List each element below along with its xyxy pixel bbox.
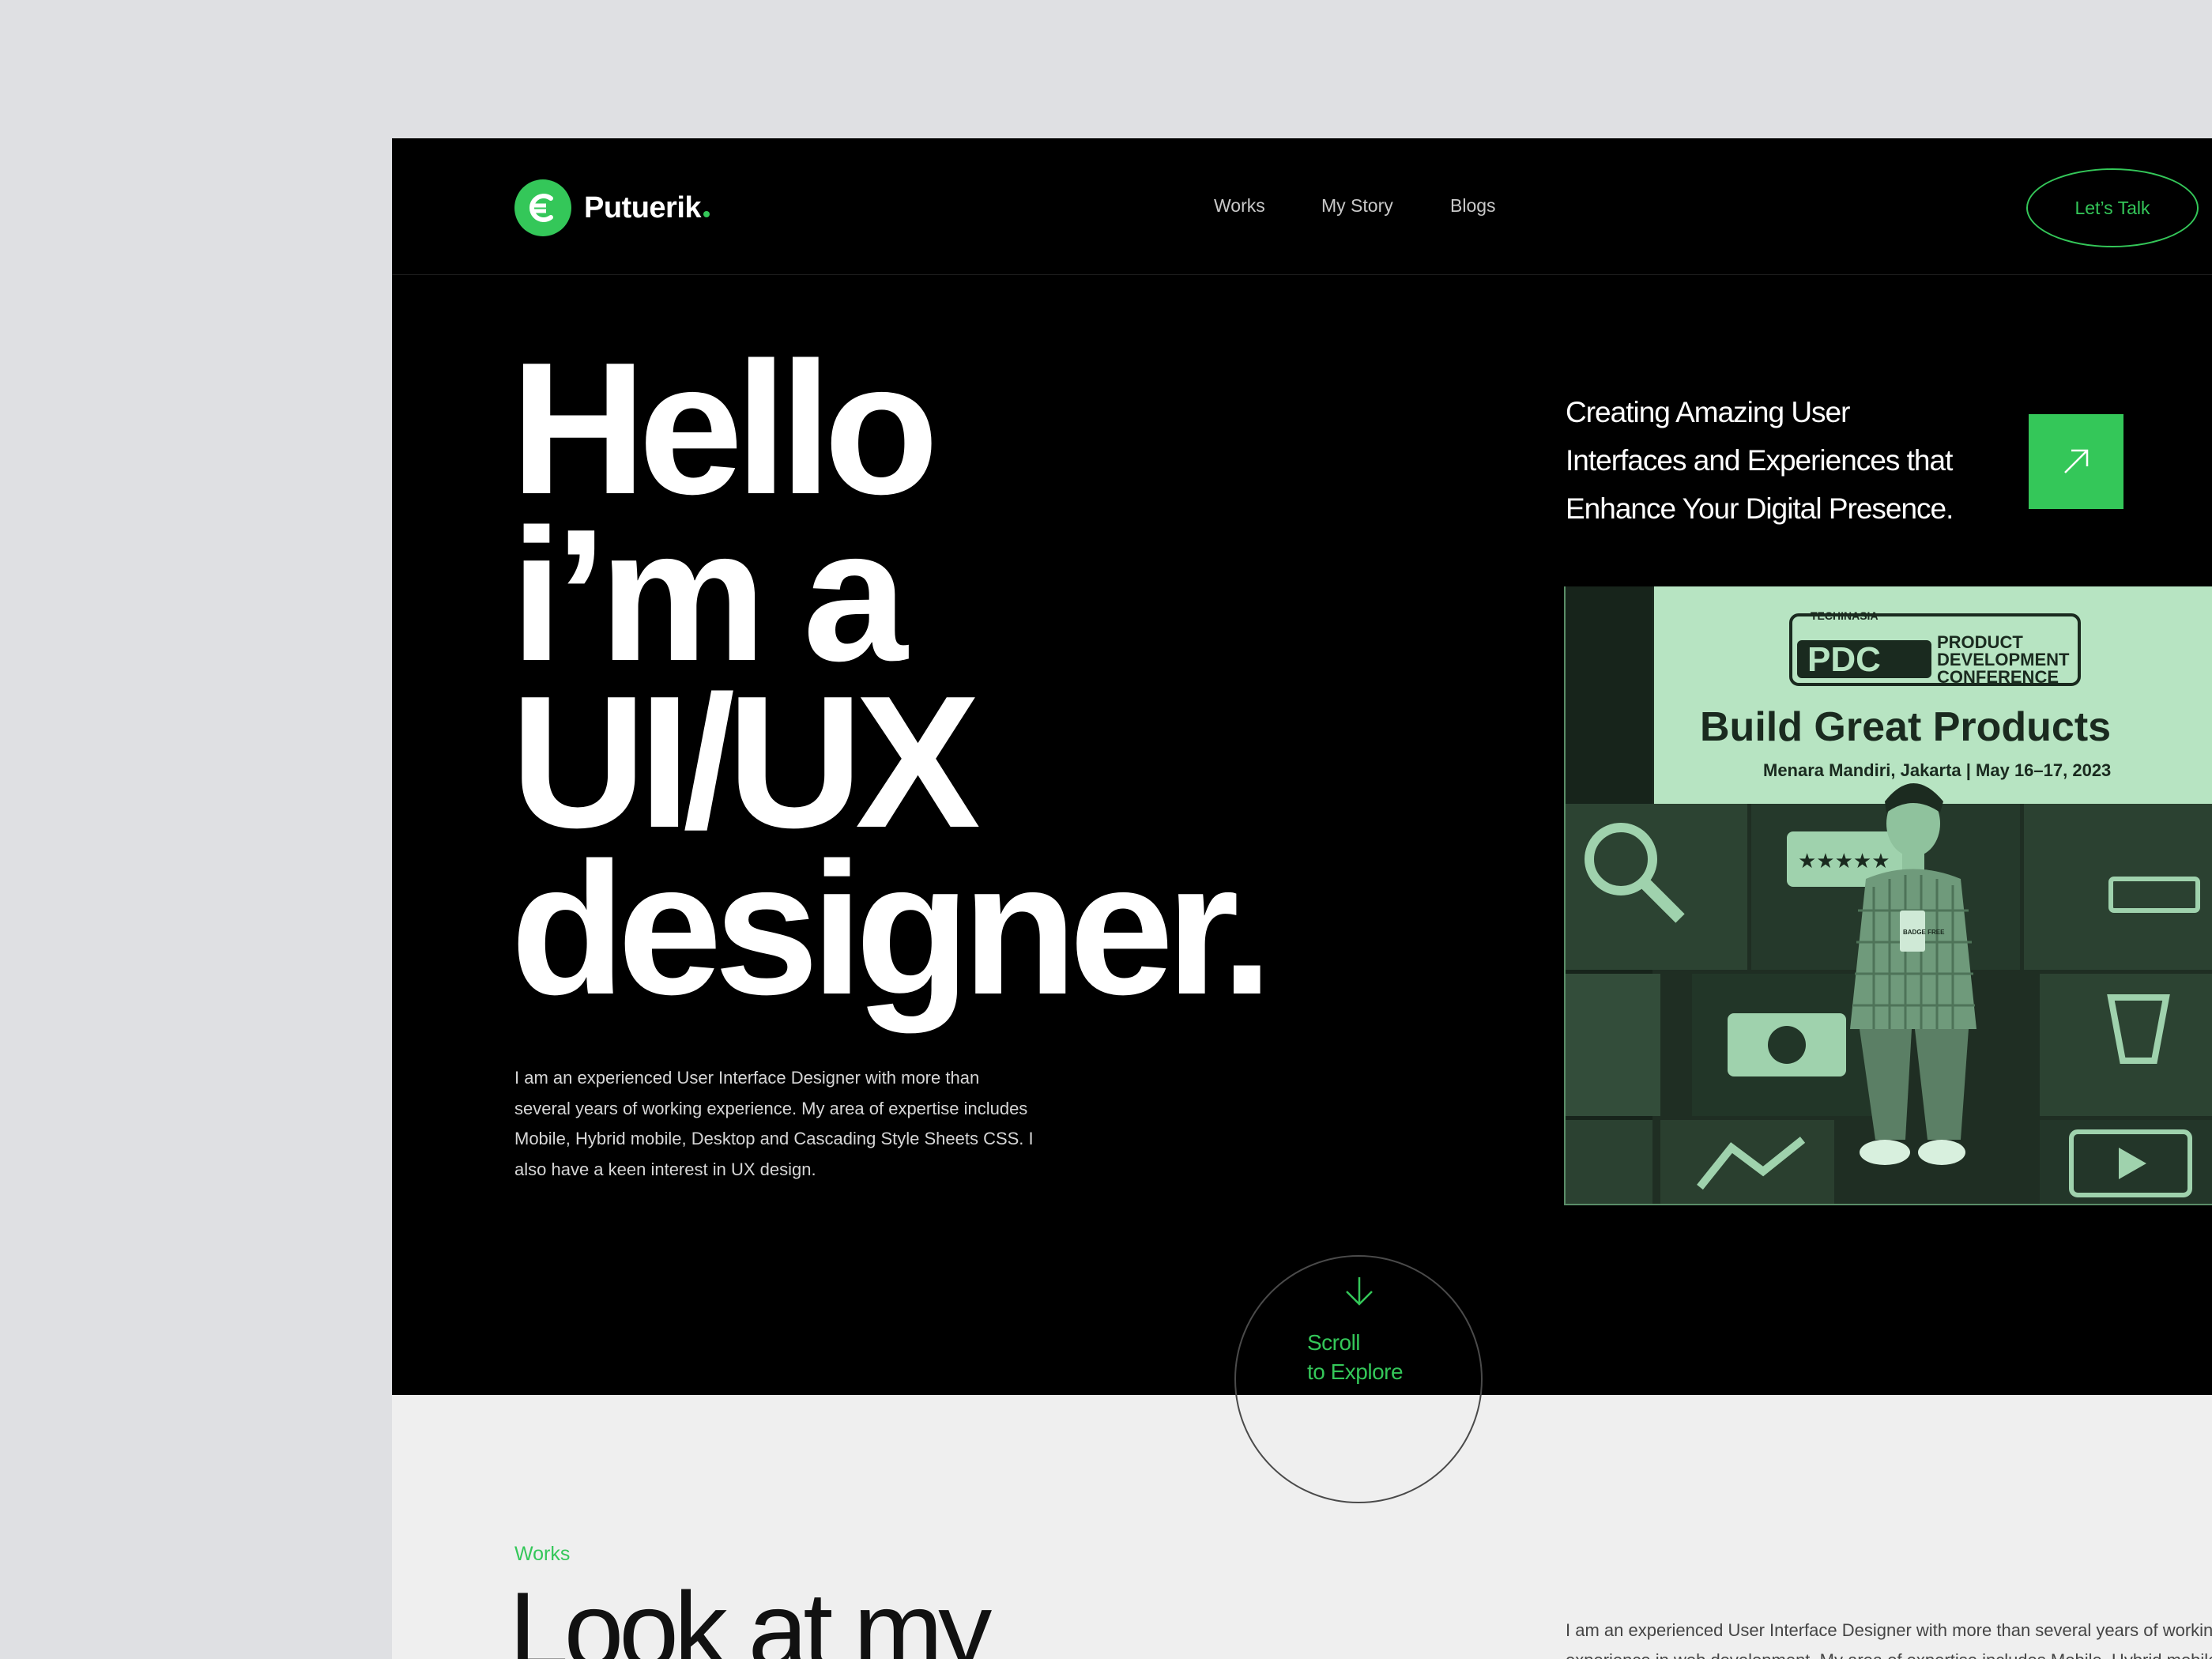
brand-name: Putuerik bbox=[584, 191, 710, 225]
hero-intro: I am an experienced User Interface Desig… bbox=[514, 1068, 1034, 1179]
hero-tagline: Creating Amazing User Interfaces and Exp… bbox=[1566, 388, 1976, 533]
stars-icon: ★★★★★ bbox=[1798, 850, 1890, 873]
badge-text: BADGE FREE bbox=[1903, 929, 1945, 936]
arrow-link-button[interactable] bbox=[2029, 414, 2123, 509]
brand-logo[interactable]: Putuerik bbox=[514, 179, 710, 237]
arrow-down-icon bbox=[1346, 1277, 1373, 1306]
banner-brand: TECHINASIA bbox=[1811, 609, 1879, 622]
nav-link-works[interactable]: Works bbox=[1214, 195, 1265, 217]
arrow-up-right-icon bbox=[2064, 449, 2089, 473]
banner-location: Menara Mandiri, Jakarta | May 16–17, 202… bbox=[1763, 760, 2111, 780]
hero-headline: Hello i’m a UI/UX designer. bbox=[511, 324, 1273, 1034]
brand-dot bbox=[703, 210, 710, 217]
designer-photo: TECHINASIA PDC PRODUCT DEVELOPMENT CONFE… bbox=[1564, 586, 2212, 1205]
tagline-line: Creating Amazing User bbox=[1566, 396, 1850, 428]
scroll-to-explore-button[interactable]: Scroll to Explore bbox=[1234, 1255, 1483, 1503]
banner-subtitle-line: CONFERENCE bbox=[1937, 667, 2059, 687]
works-label: Works bbox=[514, 1543, 571, 1565]
headline-line: i’m a bbox=[511, 491, 907, 700]
nav-link-my-story[interactable]: My Story bbox=[1321, 195, 1393, 217]
headline-line: UI/UX bbox=[511, 658, 981, 867]
euro-c-icon bbox=[514, 179, 571, 236]
works-description: I am an experienced User Interface Desig… bbox=[1566, 1620, 2212, 1659]
scroll-label-line: to Explore bbox=[1307, 1359, 1404, 1384]
banner-title: Build Great Products bbox=[1700, 704, 2111, 750]
banner-logo: PDC bbox=[1807, 640, 1881, 679]
headline-line: designer. bbox=[511, 824, 1273, 1034]
scroll-label: Scroll to Explore bbox=[1307, 1328, 1404, 1386]
tagline-line: Enhance Your Digital Presence. bbox=[1566, 492, 1954, 525]
nav-divider bbox=[392, 274, 2212, 275]
tagline-line: Interfaces and Experiences that bbox=[1566, 444, 1953, 477]
nav-link-blogs[interactable]: Blogs bbox=[1450, 195, 1496, 217]
scroll-label-line: Scroll bbox=[1307, 1330, 1361, 1355]
headline-line: Hello bbox=[511, 324, 939, 534]
site-frame: Putuerik Works My Story Blogs Let’s Talk… bbox=[392, 138, 2212, 1659]
works-heading: Look at my bbox=[509, 1570, 992, 1659]
lets-talk-button[interactable]: Let’s Talk bbox=[2026, 168, 2199, 247]
